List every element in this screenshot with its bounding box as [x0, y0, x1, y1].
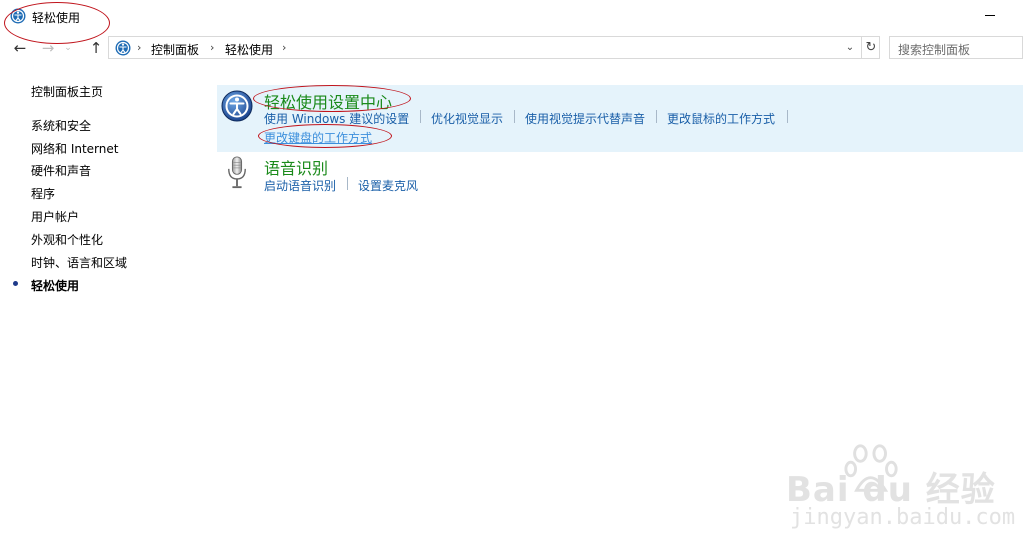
link-divider: [514, 110, 515, 123]
sidebar-item-ease-of-access: 轻松使用: [31, 279, 80, 293]
address-bar[interactable]: › 控制面板 › 轻松使用 › ⌄ ↻: [108, 36, 880, 59]
recent-locations-button[interactable]: ⌄: [62, 37, 74, 59]
refresh-icon: ↻: [865, 40, 877, 55]
link-divider: [420, 110, 421, 123]
sidebar-item-programs[interactable]: 程序: [31, 185, 55, 202]
back-arrow-icon: ←: [13, 39, 27, 57]
ease-of-access-icon: [10, 8, 26, 24]
link-divider: [347, 177, 348, 190]
task-link-start-speech-recognition[interactable]: 启动语音识别: [264, 177, 336, 194]
chevron-down-icon: ⌄: [64, 43, 72, 53]
sidebar-item-user-accounts[interactable]: 用户帐户: [31, 208, 79, 225]
minimize-button[interactable]: [970, 0, 1010, 32]
ease-of-access-icon[interactable]: [221, 90, 253, 122]
breadcrumb-separator-icon[interactable]: ›: [282, 41, 286, 54]
sidebar-item-appearance[interactable]: 外观和个性化: [31, 231, 103, 248]
sidebar-item-hardware-sound[interactable]: 硬件和声音: [31, 162, 91, 179]
search-placeholder: 搜索控制面板: [898, 43, 971, 57]
link-divider: [787, 110, 788, 123]
watermark-url: jingyan.baidu.com: [790, 505, 1016, 530]
address-dropdown-button[interactable]: ⌄: [839, 37, 861, 58]
back-button[interactable]: ←: [10, 37, 30, 59]
task-link-keyboard-settings[interactable]: 更改键盘的工作方式: [264, 129, 372, 146]
refresh-button[interactable]: ↻: [861, 37, 880, 58]
watermark-brand: Bai du 经验: [786, 470, 996, 510]
breadcrumb-separator-icon[interactable]: ›: [137, 41, 141, 54]
breadcrumb-control-panel[interactable]: 控制面板: [151, 41, 199, 58]
category-title-speech-recognition[interactable]: 语音识别: [264, 155, 328, 179]
microphone-icon[interactable]: [226, 156, 248, 189]
up-arrow-icon: ↑: [89, 39, 103, 57]
up-button[interactable]: ↑: [86, 37, 106, 59]
task-link-optimize-visual-display[interactable]: 优化视觉显示: [431, 110, 503, 127]
current-item-bullet: [13, 281, 18, 286]
task-link-setup-microphone[interactable]: 设置麦克风: [358, 177, 418, 194]
sidebar-item-system-security[interactable]: 系统和安全: [31, 117, 91, 134]
ease-of-access-icon: [115, 40, 131, 56]
window-title: 轻松使用: [32, 11, 81, 25]
breadcrumb-ease-of-access[interactable]: 轻松使用: [225, 41, 273, 58]
forward-button[interactable]: →: [38, 37, 58, 59]
task-link-mouse-settings[interactable]: 更改鼠标的工作方式: [667, 110, 775, 127]
control-panel-home-link[interactable]: 控制面板主页: [31, 83, 103, 100]
chevron-down-icon: ⌄: [845, 42, 855, 53]
link-divider: [656, 110, 657, 123]
search-input[interactable]: 搜索控制面板: [889, 36, 1023, 59]
task-link-recommended-settings[interactable]: 使用 Windows 建议的设置: [264, 110, 409, 127]
breadcrumb-separator-icon[interactable]: ›: [210, 41, 214, 54]
title-bar: 轻松使用: [0, 0, 1023, 34]
minimize-icon: [985, 15, 995, 16]
task-link-visual-cues[interactable]: 使用视觉提示代替声音: [525, 110, 645, 127]
sidebar-item-network-internet[interactable]: 网络和 Internet: [31, 140, 118, 157]
forward-arrow-icon: →: [41, 39, 55, 57]
sidebar-item-clock-region[interactable]: 时钟、语言和区域: [31, 254, 127, 271]
